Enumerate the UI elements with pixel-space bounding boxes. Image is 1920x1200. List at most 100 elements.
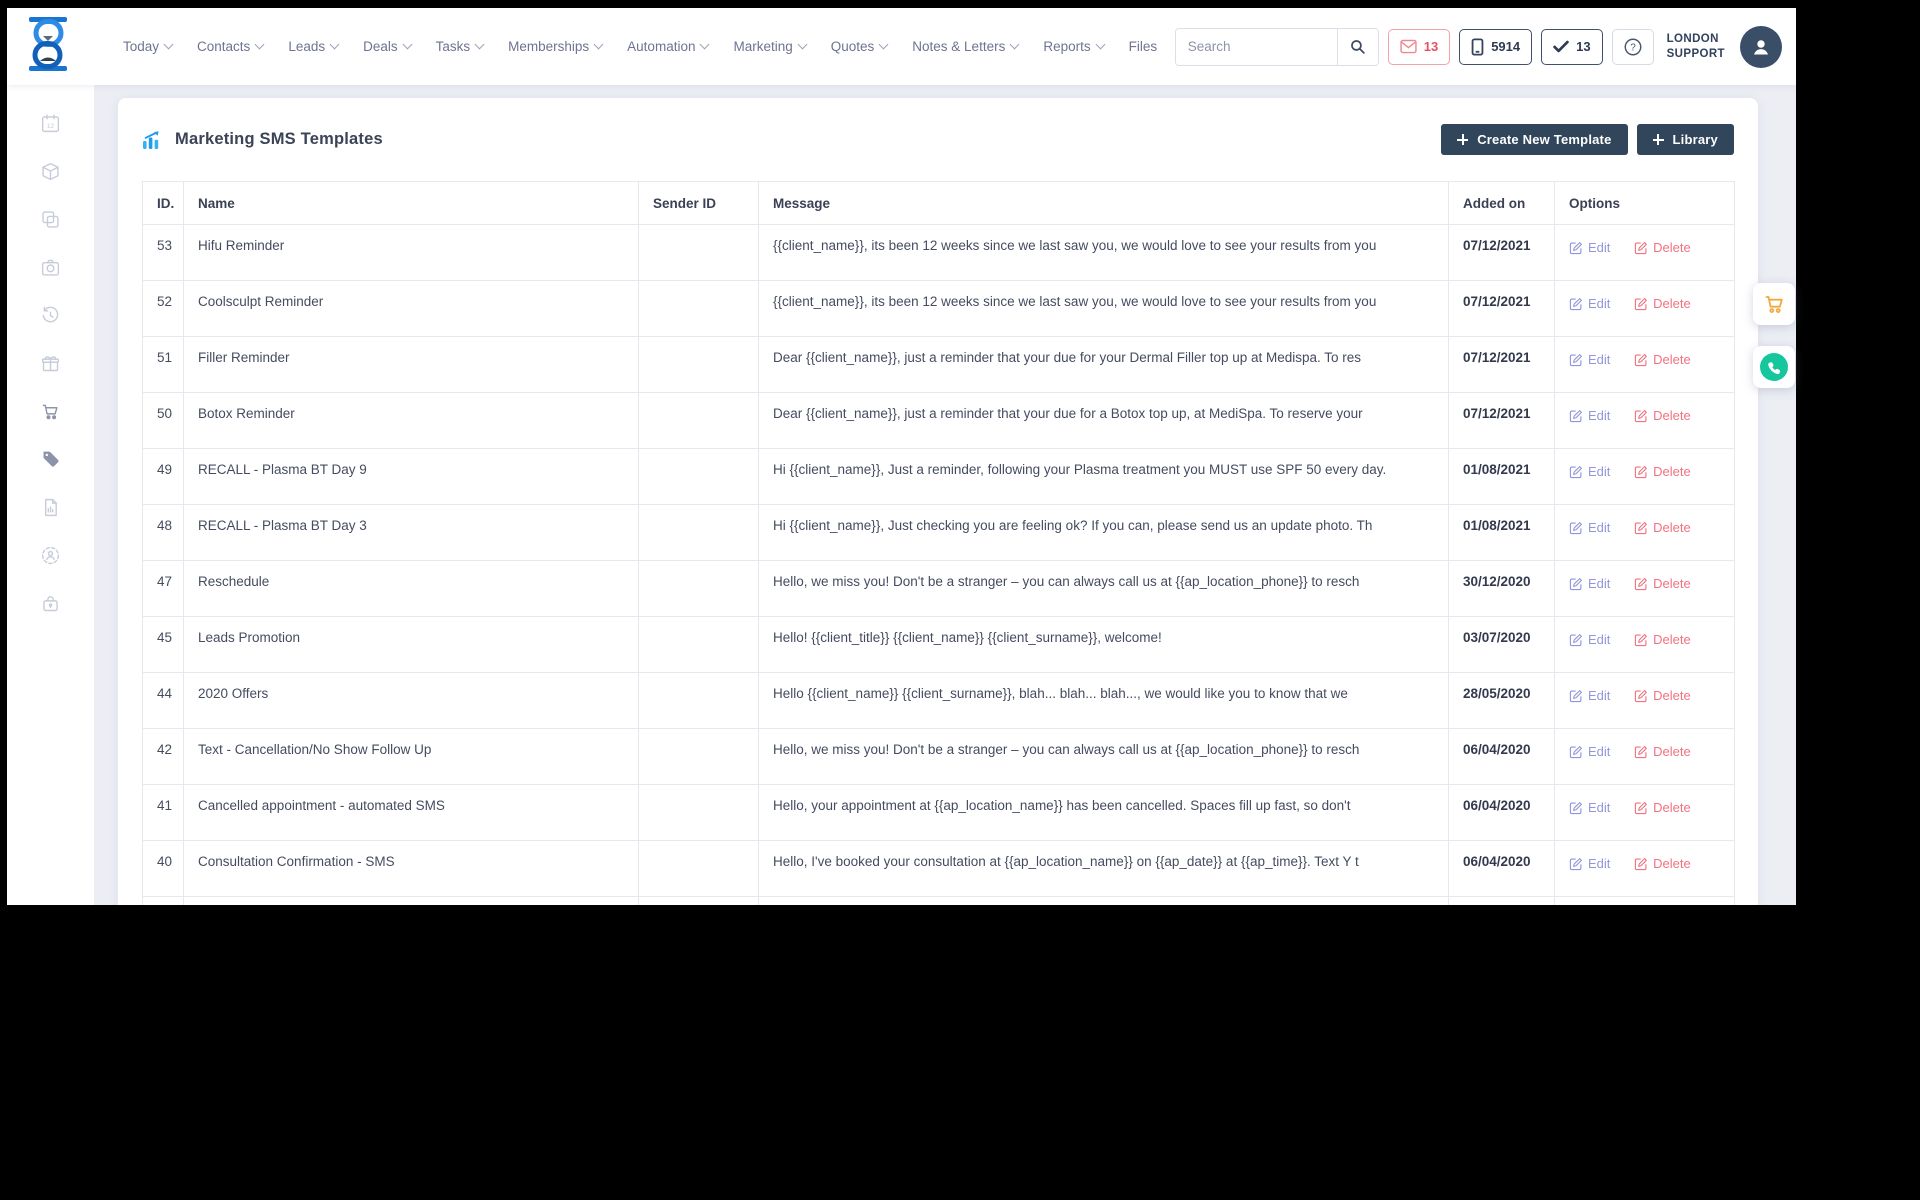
edit-button[interactable]: Edit bbox=[1569, 352, 1610, 367]
page-title-group: Marketing SMS Templates bbox=[142, 130, 383, 150]
nav-item-leads[interactable]: Leads bbox=[288, 39, 340, 54]
tasks-badge[interactable]: 13 bbox=[1541, 28, 1603, 65]
delete-icon bbox=[1635, 857, 1648, 870]
edit-button[interactable]: Edit bbox=[1569, 520, 1610, 535]
table-row-partial bbox=[142, 896, 1735, 905]
cell-options: Edit Delete bbox=[1554, 280, 1735, 337]
question-icon: ? bbox=[1623, 37, 1643, 57]
edit-button[interactable]: Edit bbox=[1569, 408, 1610, 423]
edit-button[interactable]: Edit bbox=[1569, 296, 1610, 311]
report-icon[interactable] bbox=[40, 497, 61, 518]
cell-name: RECALL - Plasma BT Day 3 bbox=[183, 504, 639, 561]
delete-button[interactable]: Delete bbox=[1634, 352, 1691, 367]
panel-header: Marketing SMS Templates Create New Templ… bbox=[118, 98, 1758, 181]
hourglass-logo-icon bbox=[26, 17, 70, 76]
delete-button[interactable]: Delete bbox=[1634, 240, 1691, 255]
user-avatar[interactable] bbox=[1740, 25, 1782, 68]
cell-name: Reschedule bbox=[183, 560, 639, 617]
cell-name: Botox Reminder bbox=[183, 392, 639, 449]
delete-button[interactable]: Delete bbox=[1634, 744, 1691, 759]
nav-item-label: Contacts bbox=[197, 39, 251, 54]
cart-icon[interactable] bbox=[40, 401, 61, 422]
gift-icon[interactable] bbox=[40, 353, 61, 374]
user-sync-icon[interactable] bbox=[40, 545, 61, 566]
nav-item-memberships[interactable]: Memberships bbox=[508, 39, 604, 54]
help-button[interactable]: ? bbox=[1611, 28, 1654, 65]
chart-up-icon bbox=[142, 130, 164, 150]
col-header-name: Name bbox=[183, 181, 639, 225]
package-icon[interactable] bbox=[40, 161, 61, 182]
app-window: Today Contacts Leads Deals Tasks Memberships A… bbox=[7, 8, 1796, 905]
app-logo[interactable] bbox=[25, 17, 71, 76]
delete-button[interactable]: Delete bbox=[1634, 576, 1691, 591]
phone-badge[interactable]: 5914 bbox=[1459, 28, 1533, 65]
chevron-down-icon bbox=[254, 39, 265, 50]
edit-button[interactable]: Edit bbox=[1569, 632, 1610, 647]
delete-button[interactable]: Delete bbox=[1634, 688, 1691, 703]
edit-icon bbox=[1569, 577, 1582, 590]
floating-cart-button[interactable] bbox=[1753, 283, 1795, 325]
history-icon[interactable] bbox=[40, 305, 61, 326]
delete-button[interactable]: Delete bbox=[1634, 632, 1691, 647]
cell-sender-id bbox=[638, 448, 759, 505]
copy-icon[interactable] bbox=[40, 209, 61, 230]
delete-button[interactable]: Delete bbox=[1634, 408, 1691, 423]
account-name: LONDON SUPPORT bbox=[1667, 32, 1725, 62]
library-button[interactable]: Library bbox=[1636, 124, 1734, 155]
cell-options: Edit Delete bbox=[1554, 840, 1735, 897]
cell-message: Dear {{client_name}}, just a reminder th… bbox=[758, 336, 1449, 393]
search-input[interactable] bbox=[1175, 28, 1337, 65]
delete-button[interactable]: Delete bbox=[1634, 464, 1691, 479]
delete-button[interactable]: Delete bbox=[1634, 296, 1691, 311]
edit-button[interactable]: Edit bbox=[1569, 240, 1610, 255]
create-new-template-button[interactable]: Create New Template bbox=[1441, 124, 1628, 155]
edit-button[interactable]: Edit bbox=[1569, 576, 1610, 591]
nav-item-notes-letters[interactable]: Notes & Letters bbox=[912, 39, 1020, 54]
nav-item-today[interactable]: Today bbox=[123, 39, 174, 54]
cell-options: Edit Delete bbox=[1554, 336, 1735, 393]
chevron-down-icon bbox=[163, 39, 174, 50]
plus-icon bbox=[1457, 134, 1469, 145]
table-row: 51 Filler Reminder Dear {{client_name}},… bbox=[142, 336, 1735, 393]
delete-button[interactable]: Delete bbox=[1634, 520, 1691, 535]
phone-count: 5914 bbox=[1491, 39, 1521, 54]
edit-icon bbox=[1569, 353, 1582, 366]
edit-button[interactable]: Edit bbox=[1569, 800, 1610, 815]
search-icon[interactable] bbox=[1336, 28, 1378, 65]
plus-icon bbox=[1652, 134, 1664, 145]
edit-button[interactable]: Edit bbox=[1569, 744, 1610, 759]
cell-id: 41 bbox=[142, 784, 184, 841]
tags-icon[interactable] bbox=[40, 449, 61, 470]
delete-icon bbox=[1635, 577, 1648, 590]
camera-icon[interactable] bbox=[40, 257, 61, 278]
cell-message: Hello, your appointment at {{ap_location… bbox=[758, 784, 1449, 841]
nav-item-tasks[interactable]: Tasks bbox=[436, 39, 485, 54]
nav-item-quotes[interactable]: Quotes bbox=[831, 39, 889, 54]
calendar-icon[interactable]: 12 bbox=[40, 113, 61, 134]
nav-item-label: Reports bbox=[1043, 39, 1091, 54]
nav-item-deals[interactable]: Deals bbox=[363, 39, 413, 54]
delete-button[interactable]: Delete bbox=[1634, 800, 1691, 815]
nav-item-files[interactable]: Files bbox=[1129, 39, 1158, 54]
nav-item-marketing[interactable]: Marketing bbox=[733, 39, 808, 54]
delete-button[interactable]: Delete bbox=[1634, 856, 1691, 871]
cell-options: Edit Delete bbox=[1554, 448, 1735, 505]
messages-badge[interactable]: 13 bbox=[1387, 28, 1451, 65]
cell-id: 53 bbox=[142, 224, 184, 281]
cell-id: 51 bbox=[142, 336, 184, 393]
edit-icon bbox=[1569, 689, 1582, 702]
nav-item-automation[interactable]: Automation bbox=[627, 39, 710, 54]
nav-item-reports[interactable]: Reports bbox=[1043, 39, 1106, 54]
cell-name: RECALL - Plasma BT Day 9 bbox=[183, 448, 639, 505]
smartphone-icon bbox=[1471, 37, 1484, 56]
nav-item-label: Memberships bbox=[508, 39, 590, 54]
table-row: 40 Consultation Confirmation - SMS Hello… bbox=[142, 840, 1735, 897]
edit-button[interactable]: Edit bbox=[1569, 464, 1610, 479]
cell-message: {{client_name}}, its been 12 weeks since… bbox=[758, 224, 1449, 281]
cell-name: 2020 Offers bbox=[183, 672, 639, 729]
nav-item-contacts[interactable]: Contacts bbox=[197, 39, 265, 54]
edit-button[interactable]: Edit bbox=[1569, 856, 1610, 871]
lockbox-icon[interactable] bbox=[40, 593, 61, 614]
edit-button[interactable]: Edit bbox=[1569, 688, 1610, 703]
floating-call-button[interactable] bbox=[1753, 346, 1795, 388]
